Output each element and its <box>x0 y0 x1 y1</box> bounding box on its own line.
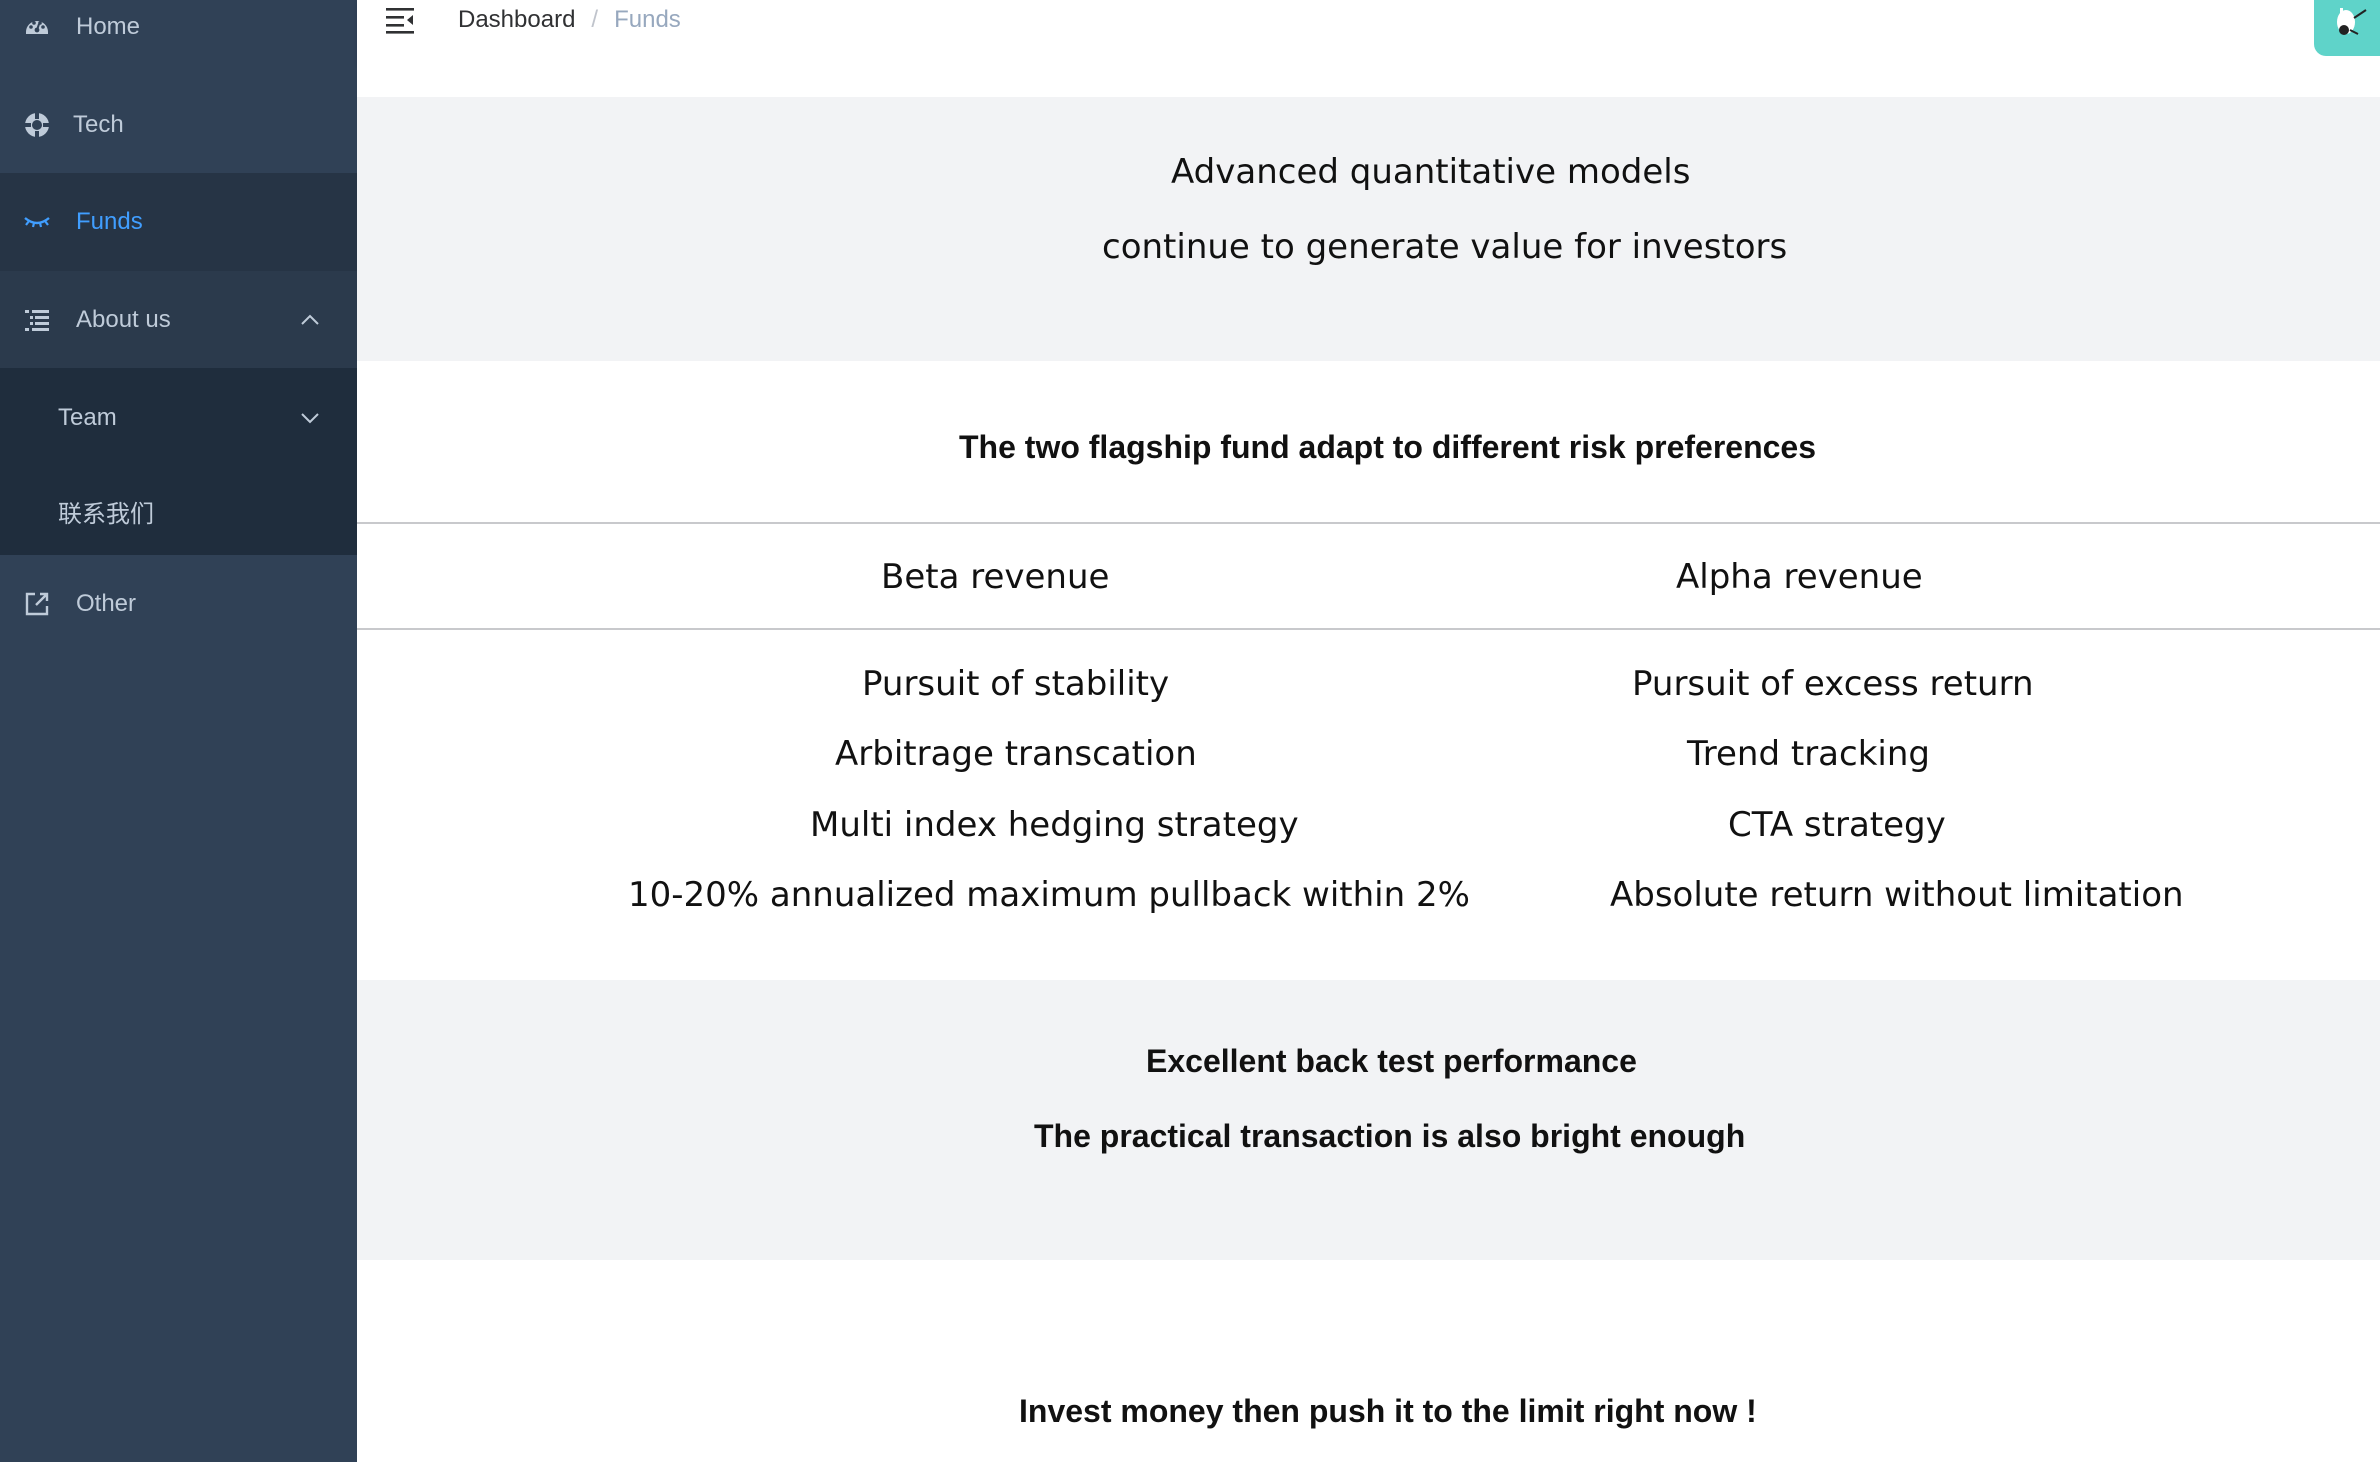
breadcrumb-separator: / <box>591 6 599 33</box>
sidebar-item-label: Home <box>76 13 141 40</box>
breadcrumb: Dashboard / Funds <box>458 4 681 36</box>
sidebar-item-about-us[interactable]: About us <box>0 271 357 369</box>
navbar: Dashboard / Funds <box>357 0 2380 65</box>
table-header-divider <box>357 628 2380 630</box>
list-tree-icon <box>22 305 52 335</box>
app-root: Home Tech Funds About us Team 联系我们 Other… <box>0 0 2380 1462</box>
backtest-line-2: The practical transaction is also bright… <box>1034 1118 1746 1154</box>
table-cell: Multi index hedging strategy <box>810 805 1299 845</box>
breadcrumb-funds: Funds <box>614 6 681 33</box>
cta-text: Invest money then push it to the limit r… <box>1019 1393 1757 1429</box>
sidebar: Home Tech Funds About us Team 联系我们 Other <box>0 0 357 1462</box>
backtest-section: Excellent back test performance The prac… <box>357 980 2380 1260</box>
eye-closed-icon <box>22 207 52 237</box>
main-content: Advanced quantitative models continue to… <box>357 65 2380 1462</box>
table-cell: Pursuit of stability <box>862 664 1170 704</box>
sidebar-item-label: 联系我们 <box>58 499 154 528</box>
hamburger-menu-icon[interactable] <box>385 4 415 34</box>
table-top-divider <box>357 522 2380 524</box>
sidebar-item-home[interactable]: Home <box>0 0 357 76</box>
backtest-line-1: Excellent back test performance <box>1146 1043 1637 1079</box>
table-cell: 10-20% annualized maximum pullback withi… <box>628 875 1470 915</box>
column-header-beta: Beta revenue <box>881 557 1110 597</box>
dashboard-icon <box>22 12 52 42</box>
breadcrumb-dashboard[interactable]: Dashboard <box>458 6 575 34</box>
hero-section: Advanced quantitative models continue to… <box>357 97 2380 361</box>
avatar[interactable] <box>2314 0 2380 56</box>
sidebar-item-label: Team <box>58 404 117 431</box>
sidebar-item-tech[interactable]: Tech <box>0 76 357 174</box>
sidebar-item-team[interactable]: Team <box>0 369 357 467</box>
sidebar-item-label: About us <box>76 306 171 333</box>
sidebar-item-other[interactable]: Other <box>0 555 357 653</box>
table-cell: Absolute return without limitation <box>1610 875 2184 915</box>
sidebar-item-label: Funds <box>76 208 143 235</box>
hero-line-1: Advanced quantitative models <box>1171 152 1691 192</box>
sidebar-item-label: Other <box>76 590 137 617</box>
table-cell: Pursuit of excess return <box>1632 664 2034 704</box>
hero-line-2: continue to generate value for investors <box>1102 227 1788 267</box>
chevron-up-icon <box>299 309 321 331</box>
lifebuoy-icon <box>22 110 52 140</box>
flagship-title: The two flagship fund adapt to different… <box>959 429 1816 465</box>
column-header-alpha: Alpha revenue <box>1676 557 1923 597</box>
sidebar-item-funds[interactable]: Funds <box>0 173 357 271</box>
table-cell: Arbitrage transcation <box>835 734 1197 774</box>
table-cell: CTA strategy <box>1728 805 1946 845</box>
sidebar-item-contact-us[interactable]: 联系我们 <box>0 462 357 560</box>
chevron-down-icon <box>299 407 321 429</box>
table-cell: Trend tracking <box>1687 734 1930 774</box>
sidebar-item-label: Tech <box>73 111 124 138</box>
external-link-icon <box>22 589 52 619</box>
